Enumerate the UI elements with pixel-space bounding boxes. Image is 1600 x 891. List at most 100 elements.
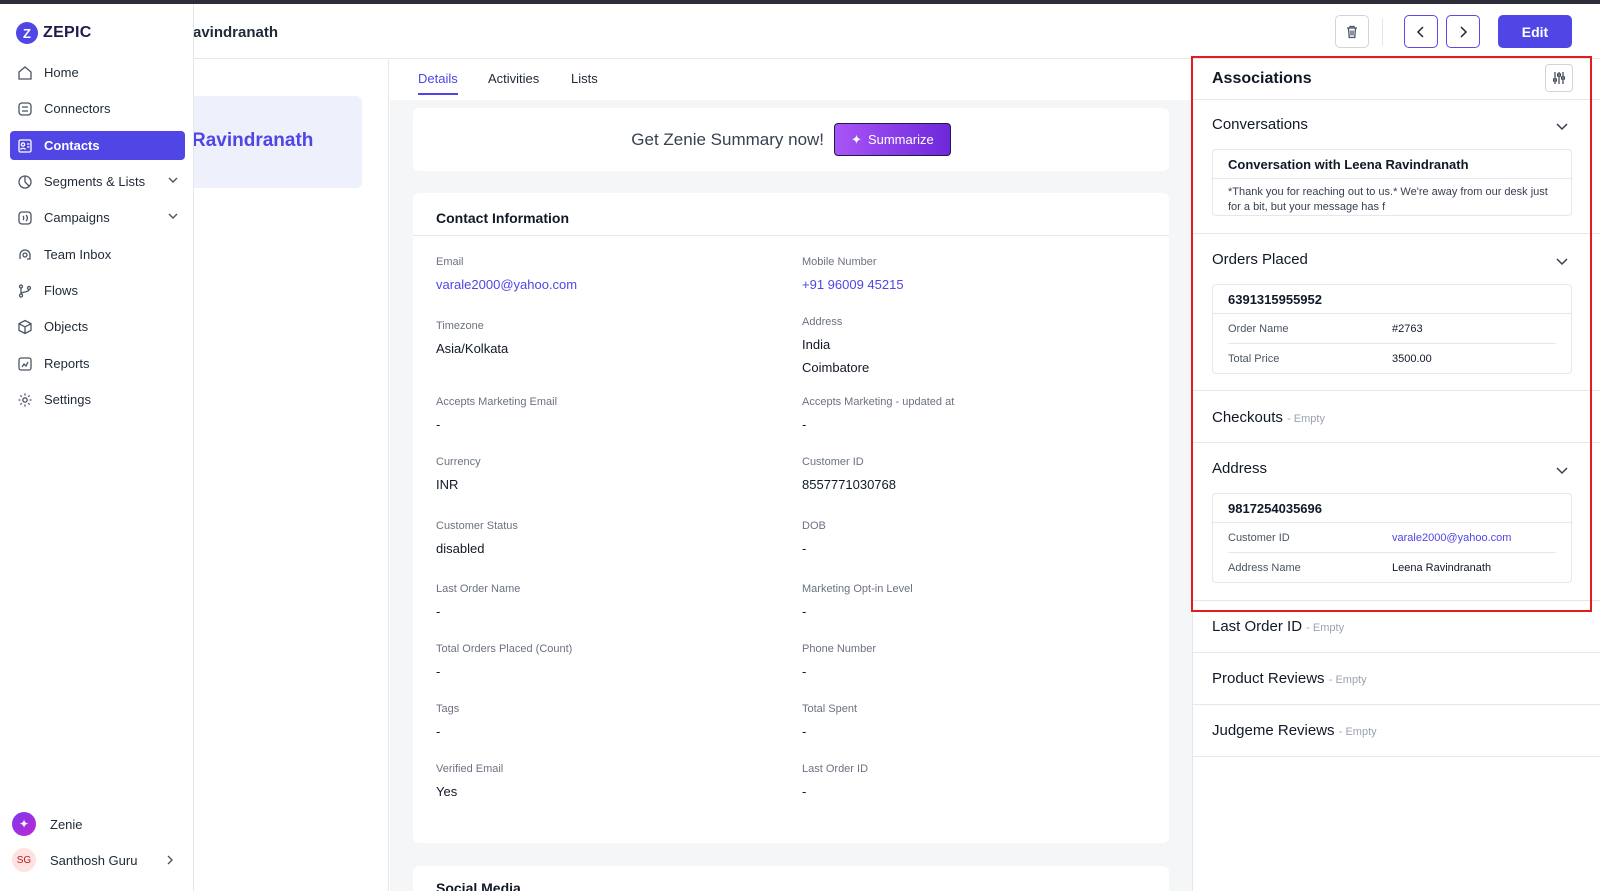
home-icon [16,64,34,82]
field-label: Email [436,256,464,268]
email-value[interactable]: varale2000@yahoo.com [436,277,577,292]
field-label: Tags [436,703,460,715]
edit-button[interactable]: Edit [1498,15,1572,48]
chevron-down-icon[interactable] [1555,254,1569,268]
kv-key: Total Price [1228,353,1280,365]
zepic-logo[interactable]: Z ZEPIC [16,22,92,44]
contact-information-card: Contact Information Email varale2000@yah… [413,193,1169,843]
field-value: 8557771030768 [802,477,896,492]
field-label: Total Orders Placed (Count) [436,643,573,655]
field-label: Marketing Opt-in Level [802,583,913,595]
social-media-title: Social Media [436,880,521,891]
divider [1193,704,1600,705]
field-last-order-name: Last Order Name - [436,583,520,619]
field-value: - [802,664,807,679]
field-value: - [436,604,441,619]
field-label: Customer Status [436,520,518,532]
sidebar-item-contacts[interactable]: Contacts [10,131,185,160]
kv-value: Leena Ravindranath [1392,562,1492,574]
field-total-orders: Total Orders Placed (Count) - [436,643,572,679]
divider [1193,442,1600,443]
order-name-row: Order Name #2763 [1228,314,1556,344]
empty-label: - Empty [1287,413,1325,425]
conversation-card-title: Conversation with Leena Ravindranath [1213,150,1571,179]
summarize-label: Summarize [867,132,934,147]
field-label: Total Spent [802,703,858,715]
next-contact-button[interactable] [1446,15,1480,48]
conversation-card[interactable]: Conversation with Leena Ravindranath *Th… [1212,149,1572,216]
field-value: INR [436,477,459,492]
associations-settings-button[interactable] [1545,64,1573,92]
zenie-button[interactable]: ✦ Zenie [12,812,83,836]
field-label: Verified Email [436,763,504,775]
kv-key: Order Name [1228,322,1289,335]
divider [1193,390,1600,391]
contacts-icon [16,137,34,155]
sidebar-item-settings[interactable]: Settings [10,385,185,414]
page-header: avindranath Edit [0,4,1600,59]
last-order-id-label: Last Order ID [1212,618,1303,635]
summary-text: Get Zenie Summary now! [631,129,825,149]
reports-icon [16,355,34,373]
zenie-summary-card: Get Zenie Summary now! ✦ Summarize [413,108,1169,171]
field-value: - [802,541,807,556]
segments-icon [16,173,34,191]
summarize-button[interactable]: ✦ Summarize [834,123,951,156]
field-value: - [802,724,807,739]
checkouts-section-title[interactable]: Checkouts - Empty [1212,409,1325,426]
sidebar-item-label: Team Inbox [44,247,112,262]
divider [1193,756,1600,757]
field-mobile: Mobile Number +91 96009 45215 [802,256,904,292]
chevron-down-icon[interactable] [1555,119,1569,133]
field-label: Accepts Marketing - updated at [802,396,955,408]
sidebar-item-label: Flows [44,283,78,298]
kv-key: Address Name [1228,562,1301,574]
field-value: - [436,664,441,679]
judgeme-reviews-section-title[interactable]: Judgeme Reviews - Empty [1212,722,1377,739]
address-card[interactable]: 9817254035696 Customer ID varale2000@yah… [1212,493,1572,583]
field-customer-status: Customer Status disabled [436,520,518,556]
sidebar-item-objects[interactable]: Objects [10,312,185,341]
sidebar-item-team-inbox[interactable]: Team Inbox [10,240,185,269]
sidebar-item-home[interactable]: Home [10,58,185,87]
field-value: disabled [436,541,485,556]
field-email: Email varale2000@yahoo.com [436,256,577,292]
mobile-value[interactable]: +91 96009 45215 [802,277,904,292]
conversations-section-title[interactable]: Conversations [1212,116,1308,133]
tab-details[interactable]: Details [418,71,458,95]
product-reviews-section-title[interactable]: Product Reviews - Empty [1212,670,1367,687]
orders-section-title[interactable]: Orders Placed [1212,251,1308,268]
sidebar-item-label: Home [44,65,79,80]
field-phone: Phone Number - [802,643,876,679]
sidebar-item-connectors[interactable]: Connectors [10,94,185,123]
sidebar-item-label: Contacts [44,138,100,153]
field-value: - [802,604,807,619]
user-menu[interactable]: SG Santhosh Guru [12,848,182,872]
sidebar-item-reports[interactable]: Reports [10,349,185,378]
last-order-id-section-title[interactable]: Last Order ID - Empty [1212,618,1344,635]
order-card[interactable]: 6391315955952 Order Name #2763 Total Pri… [1212,284,1572,374]
divider [1193,600,1600,601]
previous-contact-button[interactable] [1404,15,1438,48]
delete-button[interactable] [1335,15,1369,48]
field-timezone: Timezone Asia/Kolkata [436,320,508,356]
associations-panel: Associations Conversations Conversation … [1192,60,1600,891]
order-card-title: 6391315955952 [1213,285,1571,314]
address-section-title[interactable]: Address [1212,460,1267,477]
sidebar-item-label: Connectors [44,101,111,116]
field-accepts-marketing-updated: Accepts Marketing - updated at - [802,396,954,432]
field-value: - [802,417,807,432]
sidebar-item-segments-lists[interactable]: Segments & Lists [10,167,185,196]
field-value: - [436,724,441,739]
profile-name: Ravindranath [192,130,314,151]
tab-lists[interactable]: Lists [571,71,598,93]
empty-label: - Empty [1306,622,1345,634]
kv-value-link[interactable]: varale2000@yahoo.com [1392,532,1511,544]
connectors-icon [16,100,34,118]
tab-activities[interactable]: Activities [488,71,539,93]
product-reviews-label: Product Reviews [1212,670,1325,687]
chevron-down-icon[interactable] [1555,463,1569,477]
sidebar-item-flows[interactable]: Flows [10,276,185,305]
sidebar-item-campaigns[interactable]: Campaigns [10,203,185,232]
divider [1193,652,1600,653]
